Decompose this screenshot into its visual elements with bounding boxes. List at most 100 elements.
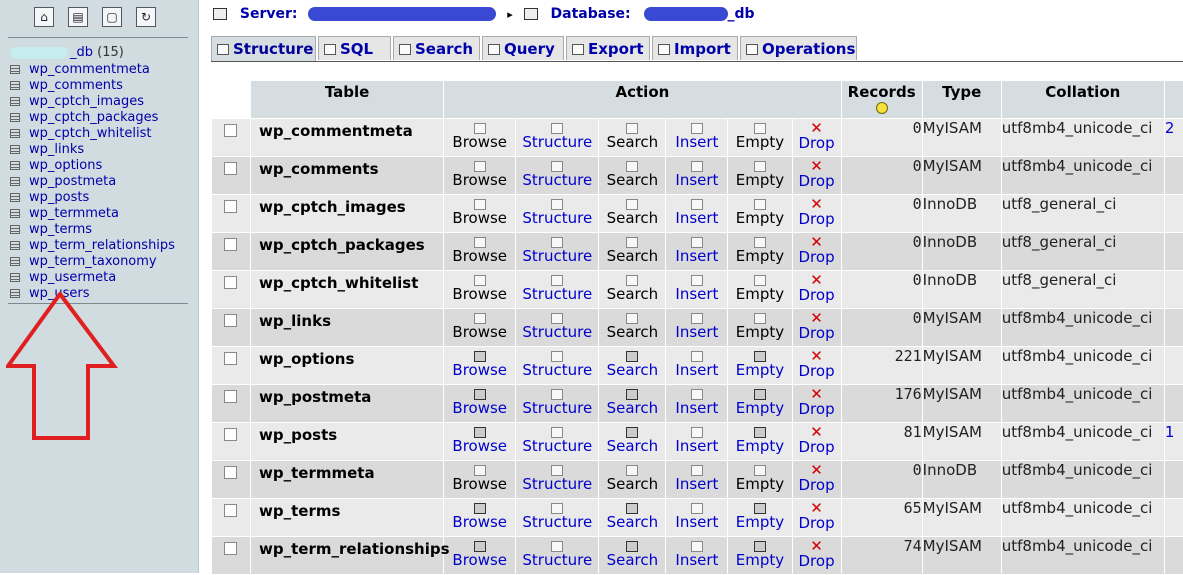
sidebar-table-item[interactable]: wp_posts (10, 190, 175, 206)
tab-operations[interactable]: Operations (740, 36, 857, 60)
action-insert-link[interactable]: Insert (666, 210, 727, 226)
action-structure-link[interactable]: Structure (516, 400, 598, 416)
action-search-cell[interactable]: Search (599, 499, 666, 536)
action-drop-link[interactable]: Drop (793, 287, 841, 303)
action-structure-cell[interactable]: Structure (516, 461, 599, 498)
action-structure-link[interactable]: Structure (516, 552, 598, 568)
action-search-cell[interactable]: Search (599, 385, 666, 422)
action-browse-link[interactable]: Browse (444, 400, 515, 416)
reload-icon[interactable]: ↻ (136, 7, 156, 27)
size-cell[interactable] (1164, 461, 1183, 498)
sidebar-table-item[interactable]: wp_cptch_packages (10, 110, 175, 126)
tab-search[interactable]: Search (393, 36, 480, 60)
sidebar-table-item[interactable]: wp_termmeta (10, 206, 175, 222)
action-drop-cell[interactable]: ✕ Drop (792, 233, 841, 270)
action-drop-cell[interactable]: ✕ Drop (792, 309, 841, 346)
action-structure-cell[interactable]: Structure (516, 499, 599, 536)
table-name[interactable]: wp_options (251, 347, 443, 368)
table-name[interactable]: wp_cptch_packages (251, 233, 443, 254)
size-cell[interactable]: 1 (1164, 423, 1183, 460)
action-empty-link[interactable]: Empty (728, 552, 791, 568)
action-drop-cell[interactable]: ✕ Drop (792, 385, 841, 422)
header-collation[interactable]: Collation (1001, 81, 1164, 118)
action-structure-link[interactable]: Structure (516, 476, 598, 492)
sidebar-table-item[interactable]: wp_terms (10, 222, 175, 238)
action-drop-cell[interactable]: ✕ Drop (792, 461, 841, 498)
action-insert-link[interactable]: Insert (666, 172, 727, 188)
action-structure-cell[interactable]: Structure (516, 347, 599, 384)
action-structure-link[interactable]: Structure (516, 210, 598, 226)
action-insert-link[interactable]: Insert (666, 286, 727, 302)
size-cell[interactable] (1164, 195, 1183, 232)
tab-sql[interactable]: SQL (318, 36, 391, 60)
action-structure-cell[interactable]: Structure (516, 233, 599, 270)
action-structure-cell[interactable]: Structure (516, 309, 599, 346)
action-insert-cell[interactable]: Insert (666, 233, 728, 270)
action-insert-link[interactable]: Insert (666, 134, 727, 150)
action-empty-cell[interactable]: Empty (728, 537, 792, 574)
row-checkbox[interactable] (224, 542, 237, 555)
action-empty-cell[interactable]: Empty (728, 499, 792, 536)
header-table[interactable]: Table (251, 81, 444, 118)
action-structure-link[interactable]: Structure (516, 286, 598, 302)
row-checkbox[interactable] (224, 200, 237, 213)
action-structure-link[interactable]: Structure (516, 134, 598, 150)
sidebar-table-item[interactable]: wp_term_relationships (10, 238, 175, 254)
action-structure-link[interactable]: Structure (516, 362, 598, 378)
action-browse-cell[interactable]: Browse (444, 423, 516, 460)
action-empty-link[interactable]: Empty (728, 362, 791, 378)
size-cell[interactable] (1164, 347, 1183, 384)
action-structure-link[interactable]: Structure (516, 514, 598, 530)
query-window-icon[interactable]: ▢ (102, 7, 122, 27)
action-drop-cell[interactable]: ✕ Drop (792, 499, 841, 536)
action-structure-link[interactable]: Structure (516, 172, 598, 188)
action-structure-link[interactable]: Structure (516, 324, 598, 340)
sidebar-database-link[interactable]: _db (15) (10, 45, 124, 60)
action-structure-cell[interactable]: Structure (516, 119, 599, 156)
action-search-cell[interactable]: Search (599, 347, 666, 384)
action-browse-link[interactable]: Browse (444, 362, 515, 378)
table-name[interactable]: wp_postmeta (251, 385, 443, 406)
size-cell[interactable] (1164, 271, 1183, 308)
action-insert-link[interactable]: Insert (666, 514, 727, 530)
row-checkbox[interactable] (224, 276, 237, 289)
action-drop-link[interactable]: Drop (793, 211, 841, 227)
sidebar-table-item[interactable]: wp_term_taxonomy (10, 254, 175, 270)
action-drop-link[interactable]: Drop (793, 553, 841, 569)
action-structure-link[interactable]: Structure (516, 438, 598, 454)
table-name[interactable]: wp_cptch_whitelist (251, 271, 443, 292)
header-type[interactable]: Type (922, 81, 1001, 118)
sidebar-table-item[interactable]: wp_cptch_images (10, 94, 175, 110)
action-drop-cell[interactable]: ✕ Drop (792, 157, 841, 194)
size-cell[interactable] (1164, 537, 1183, 574)
action-drop-link[interactable]: Drop (793, 135, 841, 151)
action-search-link[interactable]: Search (599, 362, 665, 378)
tab-export[interactable]: Export (566, 36, 650, 60)
sidebar-table-item[interactable]: wp_comments (10, 78, 175, 94)
action-insert-cell[interactable]: Insert (666, 157, 728, 194)
tab-query[interactable]: Query (482, 36, 564, 60)
action-empty-link[interactable]: Empty (728, 514, 791, 530)
action-browse-link[interactable]: Browse (444, 438, 515, 454)
size-cell[interactable] (1164, 309, 1183, 346)
action-drop-link[interactable]: Drop (793, 439, 841, 455)
action-empty-cell[interactable]: Empty (728, 347, 792, 384)
sidebar-table-item[interactable]: wp_links (10, 142, 175, 158)
size-cell[interactable] (1164, 233, 1183, 270)
action-insert-link[interactable]: Insert (666, 324, 727, 340)
action-drop-link[interactable]: Drop (793, 325, 841, 341)
action-browse-cell[interactable]: Browse (444, 499, 516, 536)
sidebar-table-item[interactable]: wp_usermeta (10, 270, 175, 286)
table-name[interactable]: wp_term_relationships (251, 537, 450, 558)
row-checkbox[interactable] (224, 352, 237, 365)
table-name[interactable]: wp_links (251, 309, 443, 330)
action-browse-link[interactable]: Browse (444, 552, 515, 568)
action-drop-link[interactable]: Drop (793, 249, 841, 265)
row-checkbox[interactable] (224, 504, 237, 517)
action-empty-cell[interactable]: Empty (728, 423, 792, 460)
action-search-link[interactable]: Search (599, 552, 665, 568)
size-cell[interactable] (1164, 499, 1183, 536)
action-insert-cell[interactable]: Insert (666, 537, 728, 574)
action-search-link[interactable]: Search (599, 400, 665, 416)
action-drop-link[interactable]: Drop (793, 515, 841, 531)
